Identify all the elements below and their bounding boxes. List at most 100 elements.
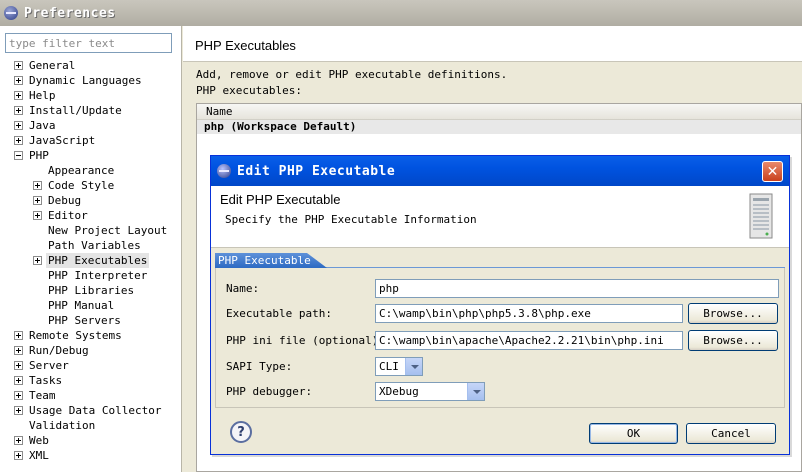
tree-item[interactable]: PHP Interpreter [0,268,182,283]
name-field[interactable]: php [375,279,779,298]
expand-icon[interactable] [14,331,23,340]
tab-strip: PHP Executable [215,253,785,268]
tree-item-label: Help [29,89,56,102]
tree-item-label: PHP Interpreter [48,269,148,282]
close-icon[interactable]: ✕ [762,161,783,182]
eclipse-icon [4,6,18,20]
preferences-tree: General Dynamic Languages Help Install/Upda… [0,58,182,463]
tree-item[interactable]: Usage Data Collector [0,403,182,418]
php-ini-field[interactable]: C:\wamp\bin\apache\Apache2.2.21\bin\php.… [375,331,683,350]
tree-item[interactable]: New Project Layout [0,223,182,238]
ok-button[interactable]: OK [589,423,678,444]
executables-label: PHP executables: [196,84,302,97]
expand-icon[interactable] [14,136,23,145]
php-debugger-value: XDebug [379,385,419,398]
php-debugger-select[interactable]: XDebug [375,382,485,401]
expand-icon[interactable] [14,91,23,100]
tree-item[interactable]: Debug [0,193,182,208]
dialog-subheading: Specify the PHP Executable Information [225,213,477,226]
tree-item[interactable]: Server [0,358,182,373]
chevron-down-icon[interactable] [467,383,484,400]
tree-item[interactable]: Run/Debug [0,343,182,358]
expand-icon[interactable] [14,406,23,415]
server-icon [749,193,773,239]
tree-item-label: Appearance [48,164,115,177]
tree-item-label: PHP Libraries [48,284,135,297]
browse-ini-button[interactable]: Browse... [688,330,778,351]
tree-item-label: Java [29,119,56,132]
page-header: PHP Executables [183,26,802,62]
tree-item[interactable]: JavaScript [0,133,182,148]
tree-item[interactable]: Web [0,433,182,448]
tree-item[interactable]: Install/Update [0,103,182,118]
help-icon[interactable]: ? [230,421,252,443]
tree-item[interactable]: PHP Executables [0,253,182,268]
tree-item[interactable]: Java [0,118,182,133]
expand-icon[interactable] [14,436,23,445]
expand-icon[interactable] [14,391,23,400]
expand-icon[interactable] [14,76,23,85]
tree-item-label: Editor [48,209,88,222]
chevron-down-icon[interactable] [405,358,422,375]
tree-item[interactable]: Tasks [0,373,182,388]
tree-item-label: Code Style [48,179,115,192]
tree-item[interactable]: Editor [0,208,182,223]
expand-icon[interactable] [33,256,42,265]
tree-item-label: PHP Executables [46,253,150,268]
preferences-sidebar: General Dynamic Languages Help Install/Upda… [0,26,182,472]
expand-icon[interactable] [14,361,23,370]
sapi-type-label: SAPI Type: [226,360,293,373]
expand-icon[interactable] [14,61,23,70]
executable-path-field[interactable]: C:\wamp\bin\php\php5.3.8\php.exe [375,304,683,323]
cancel-button[interactable]: Cancel [686,423,776,444]
tree-item[interactable]: PHP Servers [0,313,182,328]
tree-item[interactable]: General [0,58,182,73]
tree-item[interactable]: Appearance [0,163,182,178]
sapi-type-select[interactable]: CLI [375,357,423,376]
tree-item-label: PHP [29,149,49,162]
expand-icon[interactable] [14,451,23,460]
tree-item[interactable]: Code Style [0,178,182,193]
tree-item[interactable]: PHP Libraries [0,283,182,298]
tree-item[interactable]: XML [0,448,182,463]
tree-item[interactable]: Team [0,388,182,403]
window-title: Preferences [24,5,116,21]
column-header-name[interactable]: Name [197,104,801,120]
tree-item-label: Validation [29,419,96,432]
php-debugger-label: PHP debugger: [226,385,313,398]
expand-icon[interactable] [33,196,42,205]
tree-item[interactable]: Help [0,88,182,103]
php-ini-label: PHP ini file (optional): [226,334,385,347]
dialog-title-bar: Edit PHP Executable ✕ [211,156,789,186]
tree-item-label: Install/Update [29,104,122,117]
expand-icon[interactable] [14,376,23,385]
table-row[interactable]: php (Workspace Default) [197,120,801,134]
tree-item-label: JavaScript [29,134,96,147]
tree-item[interactable]: Dynamic Languages [0,73,182,88]
expand-icon[interactable] [14,346,23,355]
tree-item-label: Remote Systems [29,329,122,342]
collapse-icon[interactable] [14,151,23,160]
tree-item-label: Run/Debug [29,344,89,357]
dialog-title: Edit PHP Executable [237,163,396,179]
tree-item-label: Dynamic Languages [29,74,142,87]
browse-executable-button[interactable]: Browse... [688,303,778,324]
tree-item-label: Debug [48,194,82,207]
filter-input[interactable] [5,33,172,53]
tree-item[interactable]: Remote Systems [0,328,182,343]
tab-php-executable[interactable]: PHP Executable [215,253,327,268]
tree-item[interactable]: PHP [0,148,182,163]
expand-icon[interactable] [33,211,42,220]
tree-item-label: Tasks [29,374,63,387]
dialog-banner: Edit PHP Executable Specify the PHP Exec… [211,186,789,248]
dialog-heading: Edit PHP Executable [220,192,341,207]
expand-icon[interactable] [14,121,23,130]
tree-item[interactable]: Validation [0,418,182,433]
expand-icon[interactable] [33,181,42,190]
tree-item-label: General [29,59,76,72]
expand-icon[interactable] [14,106,23,115]
tree-item[interactable]: PHP Manual [0,298,182,313]
tree-item[interactable]: Path Variables [0,238,182,253]
tree-item-label: PHP Manual [48,299,115,312]
executable-path-label: Executable path: [226,307,332,320]
